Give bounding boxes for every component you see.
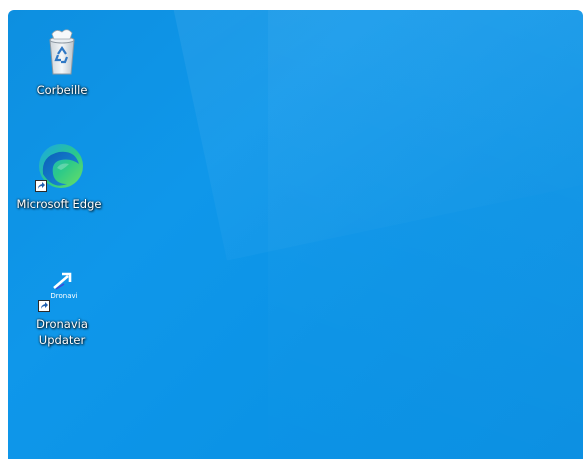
screen-frame: Corbeille Microsoft Edge Dronavi Dronavi… — [0, 0, 583, 459]
dronavia-icon-text: Dronavi — [50, 292, 77, 300]
desktop-icon-label: Dronavia Updater — [36, 317, 88, 347]
desktop-icon-microsoft-edge[interactable]: Microsoft Edge — [11, 138, 107, 212]
desktop[interactable]: Corbeille Microsoft Edge Dronavi Dronavi… — [8, 10, 583, 459]
desktop-icon-label: Microsoft Edge — [16, 197, 102, 211]
dronavia-updater-icon: Dronavi — [34, 258, 90, 314]
desktop-icon-label: Corbeille — [36, 83, 88, 97]
edge-browser-icon — [31, 138, 87, 194]
recycle-bin-icon — [34, 24, 90, 80]
shortcut-arrow-icon — [38, 300, 50, 312]
desktop-icon-dronavia-updater[interactable]: Dronavi Dronavia Updater — [14, 258, 110, 348]
desktop-icon-recycle-bin[interactable]: Corbeille — [14, 24, 110, 98]
shortcut-arrow-icon — [35, 180, 47, 192]
